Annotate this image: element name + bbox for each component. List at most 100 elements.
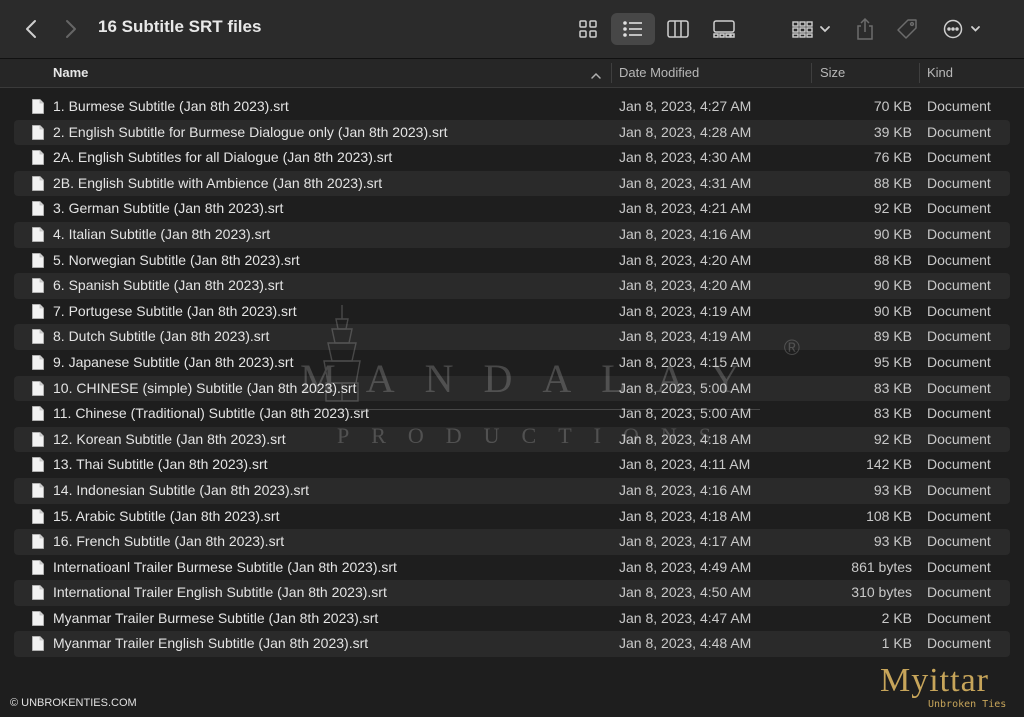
file-row[interactable]: 6. Spanish Subtitle (Jan 8th 2023).srt Ja… bbox=[14, 273, 1010, 299]
list-view-icon[interactable] bbox=[611, 13, 655, 45]
file-date-modified: Jan 8, 2023, 4:47 AM bbox=[619, 609, 752, 626]
file-list: 1. Burmese Subtitle (Jan 8th 2023).srt Ja… bbox=[14, 94, 1010, 658]
file-row[interactable]: 7. Portugese Subtitle (Jan 8th 2023).srt… bbox=[14, 299, 1010, 325]
document-icon bbox=[32, 227, 44, 245]
file-date-modified: Jan 8, 2023, 4:19 AM bbox=[619, 302, 752, 319]
file-row[interactable]: 2. English Subtitle for Burmese Dialogue… bbox=[14, 119, 1010, 146]
document-icon bbox=[32, 150, 44, 168]
file-name: 9. Japanese Subtitle (Jan 8th 2023).srt bbox=[53, 353, 294, 370]
tag-icon[interactable] bbox=[892, 13, 922, 45]
file-kind: Document bbox=[927, 277, 991, 294]
file-date-modified: Jan 8, 2023, 4:18 AM bbox=[619, 430, 752, 447]
file-size: 93 KB bbox=[873, 533, 912, 550]
file-kind: Document bbox=[927, 328, 991, 345]
file-row[interactable]: 3. German Subtitle (Jan 8th 2023).srt Jan… bbox=[14, 196, 1010, 222]
document-icon bbox=[32, 508, 44, 527]
file-kind: Document bbox=[927, 200, 991, 217]
file-name: 16. French Subtitle (Jan 8th 2023).srt bbox=[53, 533, 285, 550]
file-name: 11. Chinese (Traditional) Subtitle (Jan … bbox=[53, 405, 369, 422]
file-row[interactable]: 10. CHINESE (simple) Subtitle (Jan 8th 2… bbox=[14, 375, 1010, 402]
file-size: 83 KB bbox=[873, 405, 912, 422]
file-date-modified: Jan 8, 2023, 4:21 AM bbox=[619, 200, 752, 217]
file-size: 83 KB bbox=[873, 379, 912, 396]
back-icon[interactable] bbox=[24, 18, 44, 40]
column-date-modified[interactable]: Date Modified bbox=[619, 65, 699, 80]
file-date-modified: Jan 8, 2023, 5:00 AM bbox=[619, 379, 752, 396]
file-date-modified: Jan 8, 2023, 4:30 AM bbox=[619, 149, 752, 166]
file-size: 39 KB bbox=[873, 123, 912, 140]
file-name: Myanmar Trailer Burmese Subtitle (Jan 8t… bbox=[53, 609, 379, 626]
group-icon[interactable] bbox=[788, 13, 834, 45]
icon-view-icon[interactable] bbox=[572, 13, 604, 45]
file-size: 70 KB bbox=[873, 98, 912, 114]
file-kind: Document bbox=[927, 149, 991, 166]
file-name: 1. Burmese Subtitle (Jan 8th 2023).srt bbox=[53, 98, 289, 114]
forward-icon[interactable] bbox=[64, 18, 84, 40]
file-row[interactable]: 12. Korean Subtitle (Jan 8th 2023).srt Ja… bbox=[14, 426, 1010, 453]
column-header: Name Date Modified Size Kind bbox=[0, 59, 1024, 88]
column-size[interactable]: Size bbox=[820, 65, 845, 80]
file-date-modified: Jan 8, 2023, 4:16 AM bbox=[619, 481, 752, 498]
document-icon bbox=[32, 278, 44, 296]
file-date-modified: Jan 8, 2023, 4:19 AM bbox=[619, 328, 752, 345]
file-size: 76 KB bbox=[873, 149, 912, 166]
file-row[interactable]: 4. Italian Subtitle (Jan 8th 2023).srt Ja… bbox=[14, 221, 1010, 248]
file-row[interactable]: 15. Arabic Subtitle (Jan 8th 2023).srt Ja… bbox=[14, 504, 1010, 530]
document-icon bbox=[32, 431, 44, 450]
file-row[interactable]: 2B. English Subtitle with Ambience (Jan … bbox=[14, 170, 1010, 197]
column-separator[interactable] bbox=[611, 63, 612, 83]
file-row[interactable]: 16. French Subtitle (Jan 8th 2023).srt Ja… bbox=[14, 529, 1010, 555]
file-date-modified: Jan 8, 2023, 4:17 AM bbox=[619, 533, 752, 550]
file-size: 93 KB bbox=[873, 481, 912, 498]
toolbar: 16 Subtitle SRT files bbox=[0, 0, 1024, 59]
file-size: 2 KB bbox=[881, 609, 912, 626]
file-size: 88 KB bbox=[873, 251, 912, 268]
gallery-view-icon[interactable] bbox=[707, 13, 741, 45]
document-icon bbox=[32, 636, 44, 654]
column-separator[interactable] bbox=[811, 63, 812, 83]
file-name: 7. Portugese Subtitle (Jan 8th 2023).srt bbox=[53, 302, 297, 319]
file-size: 95 KB bbox=[873, 353, 912, 370]
column-separator[interactable] bbox=[919, 63, 920, 83]
file-row[interactable]: 14. Indonesian Subtitle (Jan 8th 2023).s… bbox=[14, 477, 1010, 504]
file-row[interactable]: Myanmar Trailer English Subtitle (Jan 8t… bbox=[14, 631, 1010, 658]
file-row[interactable]: 5. Norwegian Subtitle (Jan 8th 2023).srt… bbox=[14, 248, 1010, 274]
file-kind: Document bbox=[927, 609, 991, 626]
file-name: 14. Indonesian Subtitle (Jan 8th 2023).s… bbox=[53, 481, 310, 498]
file-date-modified: Jan 8, 2023, 4:20 AM bbox=[619, 251, 752, 268]
file-size: 89 KB bbox=[873, 328, 912, 345]
file-date-modified: Jan 8, 2023, 5:00 AM bbox=[619, 405, 752, 422]
sort-ascending-icon[interactable] bbox=[590, 68, 602, 83]
document-icon bbox=[32, 329, 44, 347]
more-icon[interactable] bbox=[940, 13, 986, 45]
brand-logo-text: Myittar bbox=[880, 662, 989, 699]
file-row[interactable]: 13. Thai Subtitle (Jan 8th 2023).srt Jan … bbox=[14, 452, 1010, 478]
file-kind: Document bbox=[927, 98, 991, 114]
column-view-icon[interactable] bbox=[662, 13, 694, 45]
file-date-modified: Jan 8, 2023, 4:16 AM bbox=[619, 225, 752, 242]
file-size: 90 KB bbox=[873, 277, 912, 294]
column-kind[interactable]: Kind bbox=[927, 65, 953, 80]
file-row[interactable]: Internatioanl Trailer Burmese Subtitle (… bbox=[14, 555, 1010, 581]
file-row[interactable]: 9. Japanese Subtitle (Jan 8th 2023).srt J… bbox=[14, 350, 1010, 376]
file-row[interactable]: 1. Burmese Subtitle (Jan 8th 2023).srt Ja… bbox=[14, 94, 1010, 120]
file-kind: Document bbox=[927, 558, 991, 575]
document-icon bbox=[32, 175, 44, 194]
file-row[interactable]: 8. Dutch Subtitle (Jan 8th 2023).srt Jan … bbox=[14, 324, 1010, 350]
file-date-modified: Jan 8, 2023, 4:18 AM bbox=[619, 507, 752, 524]
share-icon[interactable] bbox=[850, 13, 880, 45]
file-kind: Document bbox=[927, 251, 991, 268]
file-row[interactable]: 11. Chinese (Traditional) Subtitle (Jan … bbox=[14, 401, 1010, 427]
file-kind: Document bbox=[927, 507, 991, 524]
file-name: 12. Korean Subtitle (Jan 8th 2023).srt bbox=[53, 430, 286, 447]
file-row[interactable]: International Trailer English Subtitle (… bbox=[14, 580, 1010, 606]
file-name: 10. CHINESE (simple) Subtitle (Jan 8th 2… bbox=[53, 379, 357, 396]
file-kind: Document bbox=[927, 302, 991, 319]
column-name[interactable]: Name bbox=[53, 65, 88, 80]
file-name: 15. Arabic Subtitle (Jan 8th 2023).srt bbox=[53, 507, 280, 524]
file-row[interactable]: 2A. English Subtitles for all Dialogue (… bbox=[14, 145, 1010, 171]
file-date-modified: Jan 8, 2023, 4:49 AM bbox=[619, 558, 752, 575]
document-icon bbox=[32, 355, 44, 373]
file-size: 108 KB bbox=[866, 507, 912, 524]
file-row[interactable]: Myanmar Trailer Burmese Subtitle (Jan 8t… bbox=[14, 606, 1010, 632]
